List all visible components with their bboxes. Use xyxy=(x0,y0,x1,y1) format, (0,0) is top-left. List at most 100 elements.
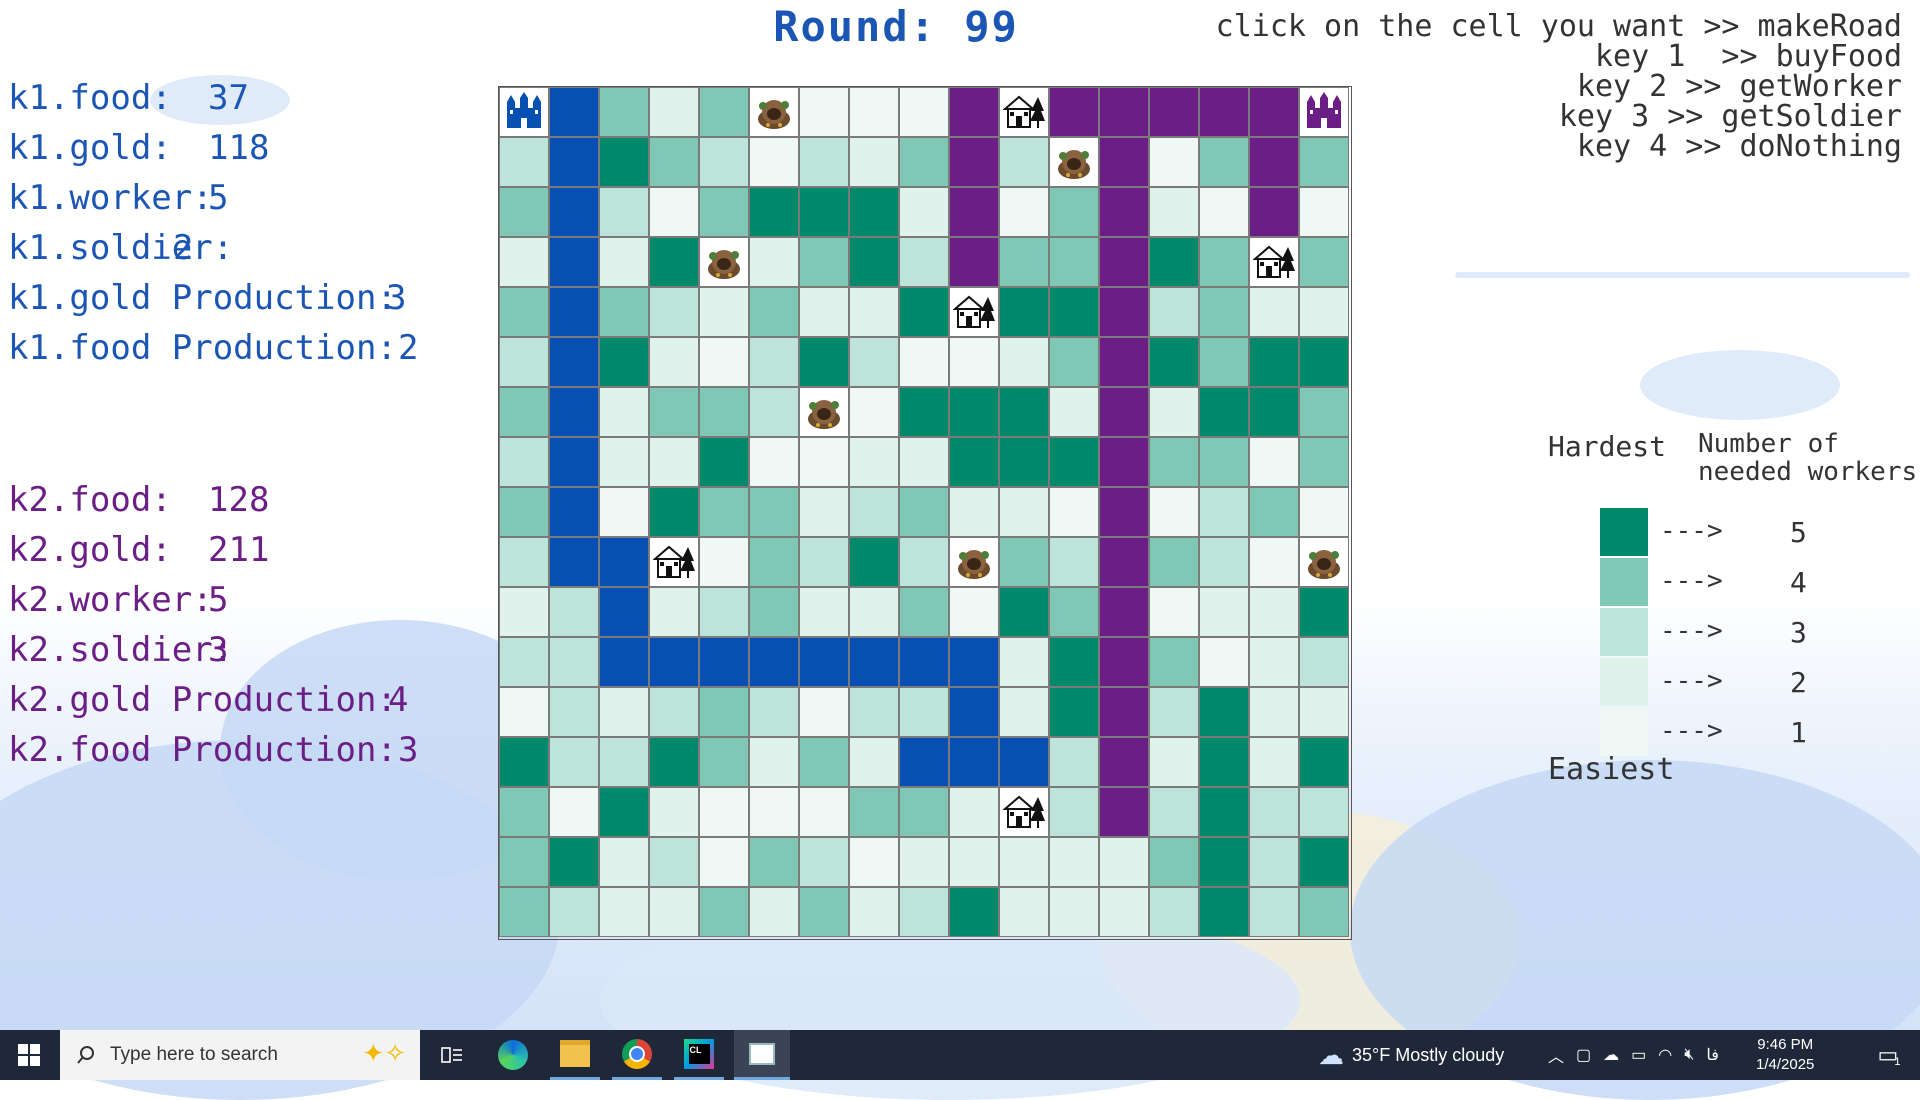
grid-cell-k2-road[interactable] xyxy=(1099,337,1149,387)
grid-cell-k2-road[interactable] xyxy=(1099,687,1149,737)
grid-cell-k2-road[interactable] xyxy=(1099,537,1149,587)
grid-cell-difficulty-1[interactable] xyxy=(899,337,949,387)
grid-cell-difficulty-2[interactable] xyxy=(499,237,549,287)
grid-cell-difficulty-3[interactable] xyxy=(1299,787,1349,837)
grid-cell-difficulty-3[interactable] xyxy=(499,137,549,187)
grid-cell-difficulty-5[interactable] xyxy=(1049,437,1099,487)
grid-cell-difficulty-2[interactable] xyxy=(599,837,649,887)
grid-cell-difficulty-1[interactable] xyxy=(949,337,999,387)
grid-cell-difficulty-5[interactable] xyxy=(1199,787,1249,837)
grid-cell-difficulty-3[interactable] xyxy=(1249,887,1299,937)
grid-cell-difficulty-5[interactable] xyxy=(1049,687,1099,737)
grid-cell-k2-road[interactable] xyxy=(1249,137,1299,187)
grid-cell-difficulty-1[interactable] xyxy=(1249,537,1299,587)
grid-cell-difficulty-5[interactable] xyxy=(999,437,1049,487)
grid-cell-difficulty-3[interactable] xyxy=(599,737,649,787)
grid-cell-difficulty-4[interactable] xyxy=(699,887,749,937)
grid-cell-difficulty-1[interactable] xyxy=(749,437,799,487)
grid-cell-k1-road[interactable] xyxy=(549,437,599,487)
grid-cell-difficulty-5[interactable] xyxy=(599,337,649,387)
grid-cell-k1-road[interactable] xyxy=(549,337,599,387)
grid-cell-difficulty-1[interactable] xyxy=(799,787,849,837)
grid-cell-difficulty-1[interactable] xyxy=(599,487,649,537)
chrome-app-button[interactable] xyxy=(612,1030,662,1080)
grid-cell-k1-road[interactable] xyxy=(549,287,599,337)
grid-cell-difficulty-5[interactable] xyxy=(1249,387,1299,437)
grid-cell-difficulty-3[interactable] xyxy=(899,887,949,937)
grid-cell-difficulty-2[interactable] xyxy=(649,587,699,637)
grid-cell-difficulty-1[interactable] xyxy=(699,837,749,887)
clion-app-button[interactable]: CL xyxy=(674,1030,724,1080)
grid-cell-difficulty-2[interactable] xyxy=(749,237,799,287)
grid-cell-difficulty-2[interactable] xyxy=(949,487,999,537)
grid-cell-difficulty-3[interactable] xyxy=(499,637,549,687)
grid-cell-difficulty-1[interactable] xyxy=(749,137,799,187)
grid-cell-house[interactable] xyxy=(649,537,699,587)
grid-cell-difficulty-2[interactable] xyxy=(849,287,899,337)
grid-cell-k1-road[interactable] xyxy=(999,737,1049,787)
grid-cell-k1-road[interactable] xyxy=(949,637,999,687)
grid-cell-k2-road[interactable] xyxy=(949,87,999,137)
grid-cell-k1-road[interactable] xyxy=(949,737,999,787)
grid-cell-difficulty-1[interactable] xyxy=(1199,187,1249,237)
grid-cell-difficulty-3[interactable] xyxy=(849,487,899,537)
grid-cell-difficulty-2[interactable] xyxy=(949,787,999,837)
grid-cell-k2-road[interactable] xyxy=(1099,487,1149,537)
grid-cell-difficulty-3[interactable] xyxy=(649,837,699,887)
grid-cell-difficulty-2[interactable] xyxy=(1199,587,1249,637)
grid-cell-difficulty-1[interactable] xyxy=(1199,637,1249,687)
grid-cell-difficulty-1[interactable] xyxy=(949,587,999,637)
grid-cell-gold-mine[interactable] xyxy=(1049,137,1099,187)
grid-cell-k2-road[interactable] xyxy=(949,237,999,287)
grid-cell-difficulty-2[interactable] xyxy=(849,437,899,487)
grid-cell-difficulty-4[interactable] xyxy=(1149,637,1199,687)
grid-cell-difficulty-2[interactable] xyxy=(649,87,699,137)
grid-cell-k2-road[interactable] xyxy=(1099,137,1149,187)
grid-cell-difficulty-3[interactable] xyxy=(499,337,549,387)
grid-cell-difficulty-5[interactable] xyxy=(849,237,899,287)
grid-cell-difficulty-1[interactable] xyxy=(849,387,899,437)
grid-cell-difficulty-5[interactable] xyxy=(899,387,949,437)
grid-cell-k2-road[interactable] xyxy=(1149,87,1199,137)
grid-cell-difficulty-1[interactable] xyxy=(1249,437,1299,487)
grid-cell-difficulty-5[interactable] xyxy=(899,287,949,337)
grid-cell-difficulty-2[interactable] xyxy=(849,137,899,187)
grid-cell-difficulty-4[interactable] xyxy=(499,187,549,237)
grid-cell-difficulty-4[interactable] xyxy=(899,137,949,187)
grid-cell-difficulty-5[interactable] xyxy=(949,437,999,487)
volume-muted-icon[interactable]: 🔇︎ xyxy=(1684,1046,1694,1064)
grid-cell-difficulty-4[interactable] xyxy=(499,387,549,437)
grid-cell-k2-road[interactable] xyxy=(949,137,999,187)
grid-cell-difficulty-2[interactable] xyxy=(1249,687,1299,737)
grid-cell-difficulty-3[interactable] xyxy=(1199,487,1249,537)
grid-cell-k2-road[interactable] xyxy=(1099,787,1149,837)
grid-cell-k1-road[interactable] xyxy=(949,687,999,737)
grid-cell-difficulty-3[interactable] xyxy=(899,687,949,737)
grid-cell-k1-road[interactable] xyxy=(549,487,599,537)
grid-cell-difficulty-1[interactable] xyxy=(749,787,799,837)
grid-cell-k2-road[interactable] xyxy=(1099,287,1149,337)
grid-cell-difficulty-2[interactable] xyxy=(749,737,799,787)
grid-cell-difficulty-4[interactable] xyxy=(749,587,799,637)
grid-cell-difficulty-5[interactable] xyxy=(799,337,849,387)
game-board[interactable] xyxy=(498,86,1352,940)
grid-cell-difficulty-2[interactable] xyxy=(999,687,1049,737)
grid-cell-difficulty-2[interactable] xyxy=(699,287,749,337)
grid-cell-difficulty-5[interactable] xyxy=(799,187,849,237)
grid-cell-difficulty-4[interactable] xyxy=(1299,887,1349,937)
grid-cell-difficulty-5[interactable] xyxy=(549,837,599,887)
grid-cell-difficulty-3[interactable] xyxy=(599,187,649,237)
grid-cell-difficulty-5[interactable] xyxy=(649,737,699,787)
grid-cell-difficulty-4[interactable] xyxy=(799,887,849,937)
grid-cell-difficulty-3[interactable] xyxy=(749,337,799,387)
grid-cell-difficulty-2[interactable] xyxy=(999,337,1049,387)
grid-cell-difficulty-2[interactable] xyxy=(999,887,1049,937)
battery-icon[interactable]: ▭ xyxy=(1631,1045,1646,1065)
grid-cell-difficulty-4[interactable] xyxy=(1199,337,1249,387)
grid-cell-k1-road[interactable] xyxy=(599,537,649,587)
grid-cell-difficulty-1[interactable] xyxy=(699,787,749,837)
grid-cell-difficulty-4[interactable] xyxy=(749,487,799,537)
grid-cell-difficulty-3[interactable] xyxy=(849,687,899,737)
grid-cell-difficulty-5[interactable] xyxy=(949,387,999,437)
grid-cell-difficulty-4[interactable] xyxy=(699,387,749,437)
